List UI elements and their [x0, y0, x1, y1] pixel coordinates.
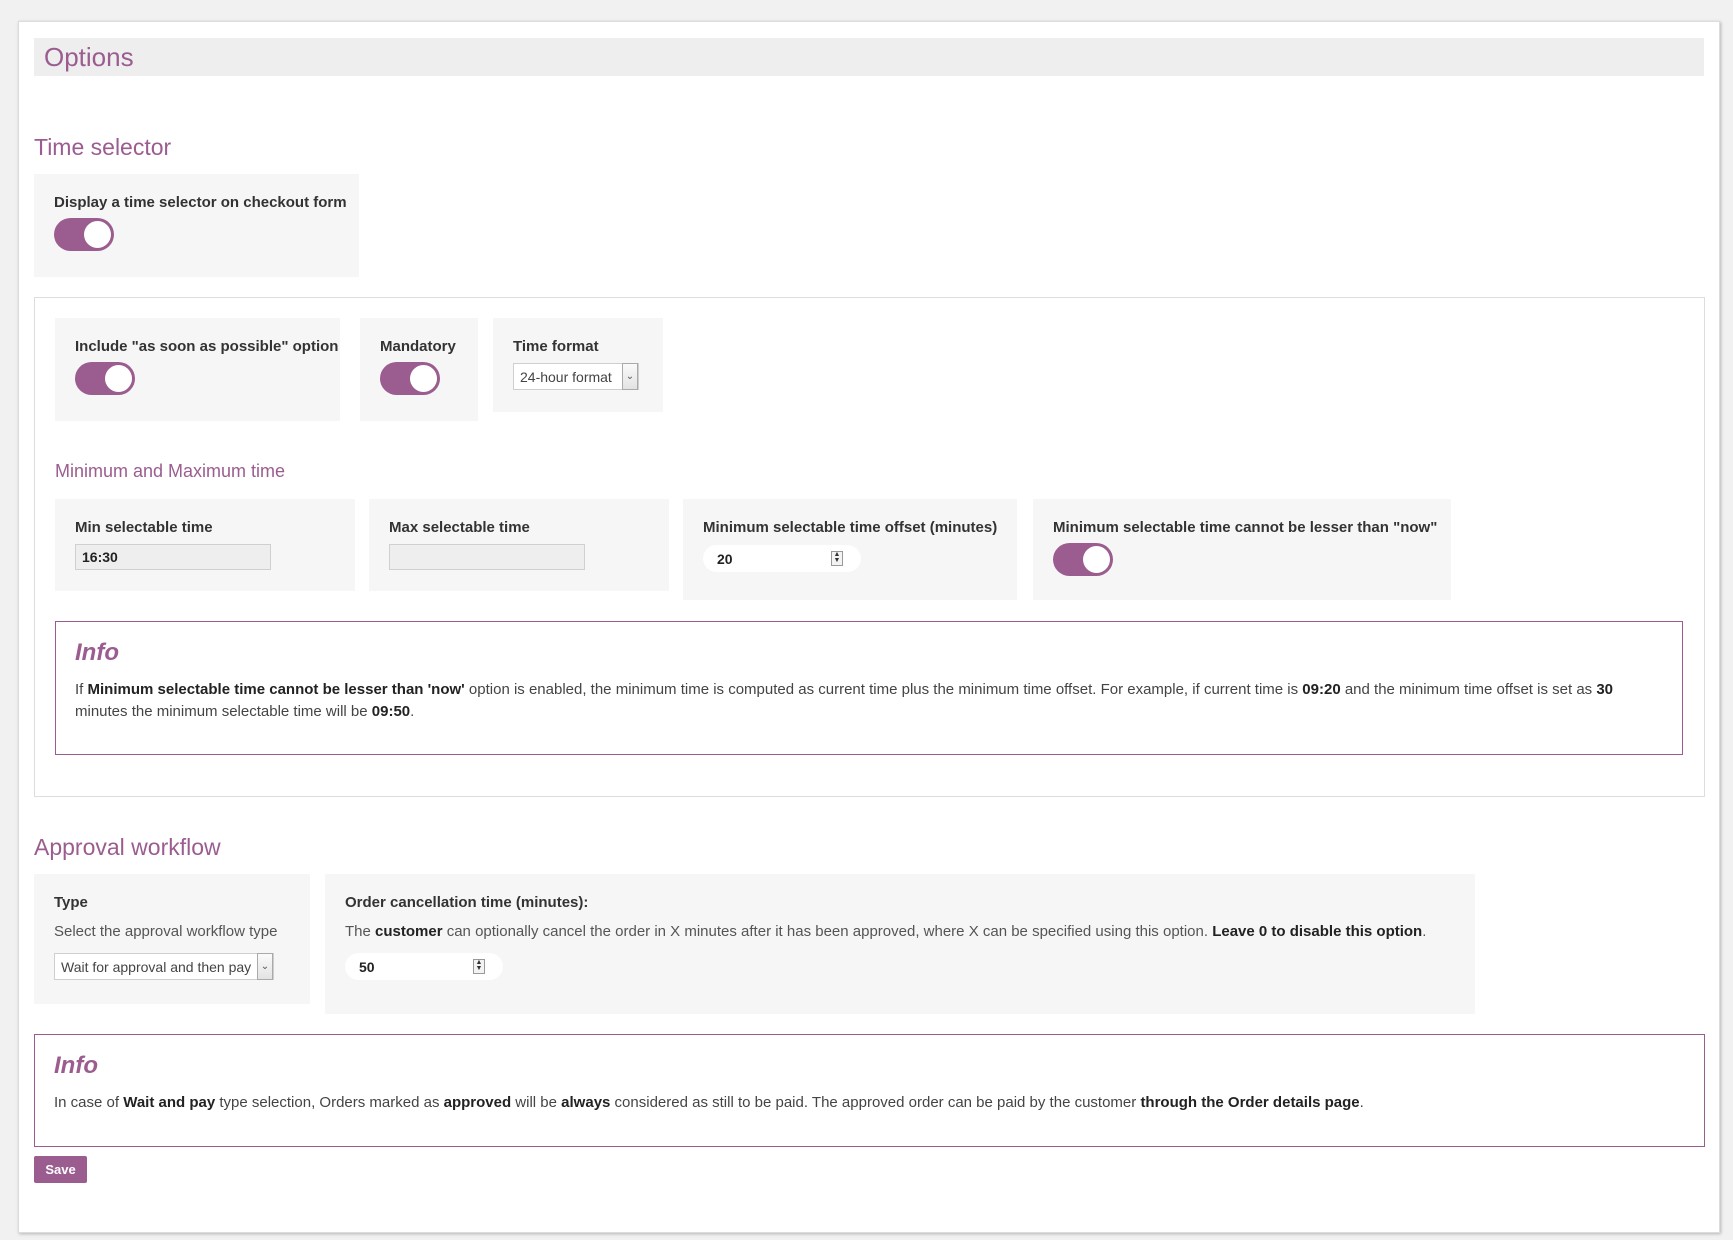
page-title: Options: [44, 42, 134, 72]
display-time-selector-toggle[interactable]: [54, 218, 114, 251]
spinner-icon[interactable]: ▲ ▼: [831, 551, 843, 566]
asap-option-toggle[interactable]: [75, 362, 135, 395]
min-time-label: Min selectable time: [75, 519, 213, 536]
display-time-selector-label: Display a time selector on checkout form: [54, 194, 347, 211]
not-lesser-now-label: Minimum selectable time cannot be lesser…: [1053, 519, 1438, 536]
options-panel: Options Time selector Display a time sel…: [18, 21, 1720, 1233]
save-button[interactable]: Save: [34, 1156, 87, 1183]
approval-type-description: Select the approval workflow type: [54, 923, 278, 940]
toggle-knob: [105, 365, 132, 392]
approval-type-value: Wait for approval and then pay: [61, 958, 252, 975]
approval-workflow-title: Approval workflow: [34, 834, 221, 860]
time-info-title: Info: [75, 639, 119, 666]
min-time-card: Min selectable time 16:30: [55, 499, 355, 591]
toggle-knob: [84, 221, 111, 248]
order-cancellation-card: Order cancellation time (minutes): The c…: [325, 874, 1475, 1014]
time-format-select[interactable]: 24-hour format ⌄: [513, 363, 639, 390]
display-time-selector-card: Display a time selector on checkout form: [34, 174, 359, 277]
approval-info-text: In case of Wait and pay type selection, …: [54, 1094, 1364, 1111]
approval-type-label: Type: [54, 894, 88, 911]
time-selector-settings-box: Include "as soon as possible" option Man…: [34, 297, 1705, 797]
approval-type-card: Type Select the approval workflow type W…: [34, 874, 310, 1004]
not-lesser-now-toggle[interactable]: [1053, 543, 1113, 576]
toggle-knob: [1083, 546, 1110, 573]
max-time-input[interactable]: [389, 544, 585, 570]
max-time-card: Max selectable time: [369, 499, 669, 591]
mandatory-label: Mandatory: [380, 338, 456, 355]
order-cancellation-input[interactable]: 50 ▲ ▼: [345, 953, 503, 980]
spinner-icon[interactable]: ▲ ▼: [473, 959, 485, 974]
mandatory-toggle[interactable]: [380, 362, 440, 395]
chevron-down-icon[interactable]: ⌄: [257, 953, 273, 980]
time-offset-value: 20: [717, 550, 733, 567]
not-lesser-now-card: Minimum selectable time cannot be lesser…: [1033, 499, 1451, 600]
order-cancellation-value: 50: [359, 958, 375, 975]
asap-option-card: Include "as soon as possible" option: [55, 318, 340, 421]
max-time-label: Max selectable time: [389, 519, 530, 536]
approval-info-title: Info: [54, 1052, 98, 1079]
mandatory-card: Mandatory: [360, 318, 478, 421]
options-header: Options: [34, 38, 1704, 76]
time-info-box: Info If Minimum selectable time cannot b…: [55, 621, 1683, 755]
time-format-value: 24-hour format: [520, 368, 612, 385]
time-format-label: Time format: [513, 338, 599, 355]
order-cancellation-description: The customer can optionally cancel the o…: [345, 923, 1427, 940]
time-offset-card: Minimum selectable time offset (minutes)…: [683, 499, 1017, 600]
order-cancellation-label: Order cancellation time (minutes):: [345, 894, 589, 911]
approval-info-box: Info In case of Wait and pay type select…: [34, 1034, 1705, 1147]
asap-option-label: Include "as soon as possible" option: [75, 338, 339, 355]
chevron-down-icon[interactable]: ⌄: [622, 363, 638, 390]
time-offset-input[interactable]: 20 ▲ ▼: [703, 545, 861, 572]
time-selector-title: Time selector: [34, 134, 172, 160]
time-info-text: If Minimum selectable time cannot be les…: [75, 681, 1614, 720]
toggle-knob: [410, 365, 437, 392]
min-time-input[interactable]: 16:30: [75, 544, 271, 570]
approval-type-select[interactable]: Wait for approval and then pay ⌄: [54, 953, 274, 980]
time-offset-label: Minimum selectable time offset (minutes): [703, 519, 998, 536]
time-format-card: Time format 24-hour format ⌄: [493, 318, 663, 412]
min-max-time-title: Minimum and Maximum time: [55, 461, 286, 481]
